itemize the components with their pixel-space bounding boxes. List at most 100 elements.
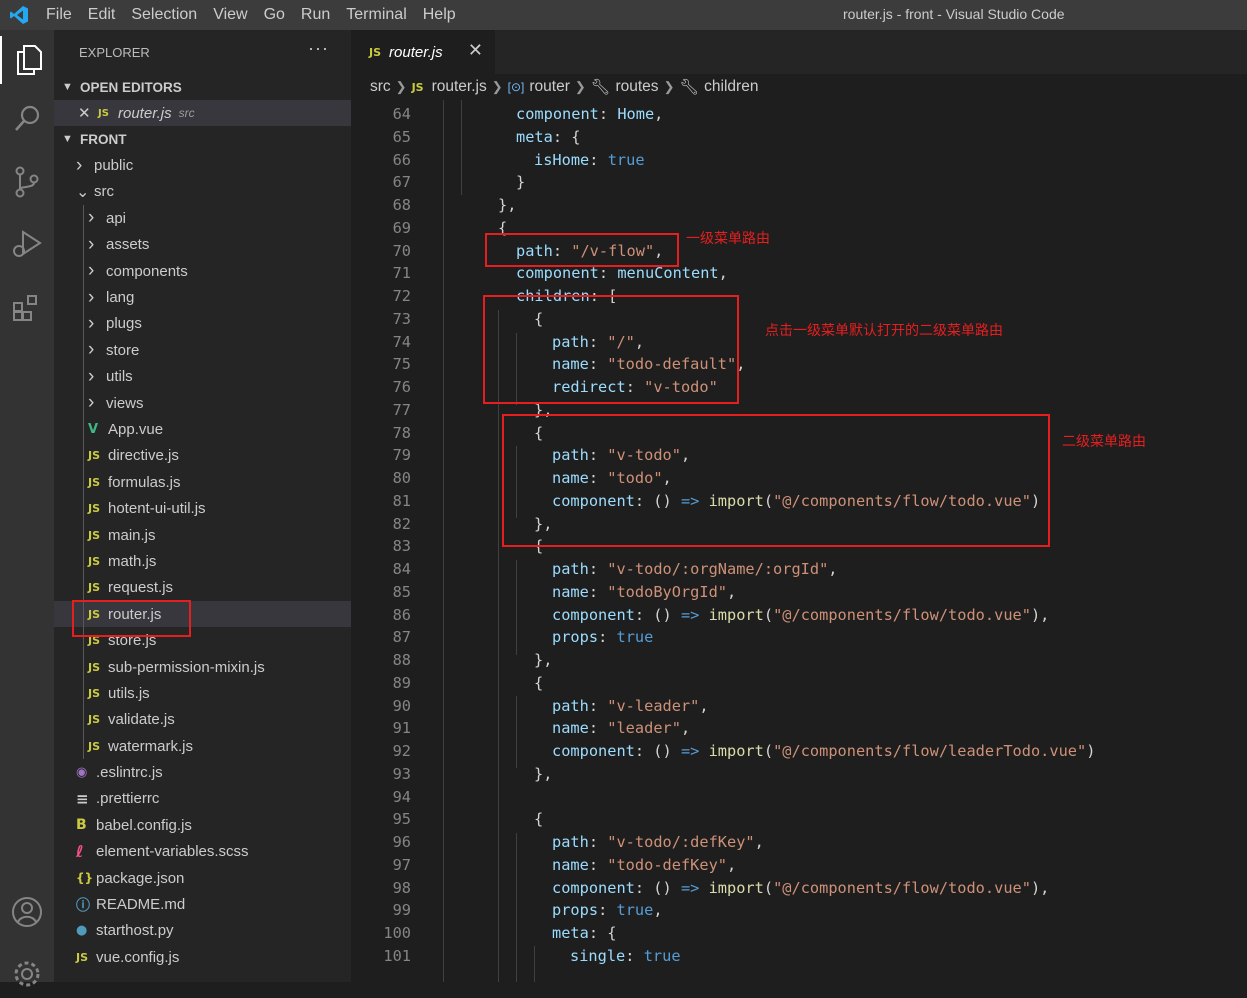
folder-item[interactable]: › utils: [54, 363, 351, 390]
line-number: 65: [392, 127, 411, 146]
line-number: 85: [392, 582, 411, 601]
breadcrumb-item[interactable]: router: [529, 78, 570, 96]
code-token: "v-todo/:orgName/:orgId": [607, 560, 829, 578]
code-line: 92 component: () => import("@/components/…: [351, 740, 1247, 763]
code-token: =>: [680, 742, 700, 760]
folder-item[interactable]: › plugs: [54, 310, 351, 338]
project-section[interactable]: ▼ FRONT: [54, 126, 351, 152]
code-token: : (): [634, 742, 681, 760]
folder-item[interactable]: › views: [54, 389, 351, 417]
close-icon[interactable]: ✕: [78, 104, 98, 122]
folder-item[interactable]: › assets: [54, 231, 351, 258]
line-number: 72: [392, 287, 411, 305]
line-number: 93: [392, 764, 411, 783]
line-number: 89: [392, 673, 411, 692]
javascript-file-icon: JS: [369, 45, 382, 59]
code-text: meta: {: [516, 126, 580, 149]
files-icon[interactable]: [0, 36, 56, 84]
tree-item-label: formulas.js: [108, 473, 181, 491]
menu-view[interactable]: View: [205, 6, 255, 24]
code-token: },: [534, 764, 553, 783]
info-file-icon: ⓘ: [76, 897, 90, 914]
breadcrumb: src ❯ JS router.js ❯ [⊙] router ❯ 🔧︎ routes ❯ 🔧…: [351, 74, 1247, 100]
folder-item[interactable]: › public: [54, 152, 351, 178]
javascript-file-icon: JS: [88, 713, 101, 727]
close-icon[interactable]: ✕: [468, 40, 483, 61]
chevron-right-icon: ›: [88, 392, 95, 414]
line-number: 97: [392, 855, 411, 874]
code-line: 67}: [351, 171, 1247, 194]
code-text: component: Home,: [516, 103, 663, 126]
code-token: isHome: [534, 150, 590, 169]
breadcrumb-item[interactable]: src: [370, 78, 391, 96]
code-token: "todo-defKey": [607, 855, 727, 874]
menu-run[interactable]: Run: [293, 6, 338, 24]
javascript-file-icon: JS: [88, 554, 101, 568]
code-token: {: [534, 673, 544, 692]
tree-indent-guide: [83, 310, 84, 338]
file-item[interactable]: JS watermark.js: [54, 732, 351, 760]
file-item[interactable]: ≡ .prettierrc: [54, 786, 351, 812]
file-item[interactable]: JS request.js: [54, 574, 351, 602]
folder-item[interactable]: › api: [54, 205, 351, 232]
folder-item[interactable]: › store: [54, 337, 351, 364]
file-item[interactable]: JS sub-permission-mixin.js: [54, 653, 351, 681]
account-icon[interactable]: [0, 888, 54, 936]
tree-item-label: assets: [106, 236, 150, 254]
code-token: import: [708, 742, 764, 760]
menu-go[interactable]: Go: [256, 6, 293, 24]
menu-file[interactable]: File: [38, 6, 80, 24]
code-token: Home: [617, 105, 655, 123]
line-number: 75: [392, 355, 411, 374]
menu-edit[interactable]: Edit: [80, 6, 124, 24]
babel-file-icon: B: [76, 817, 87, 834]
file-item[interactable]: V App.vue: [54, 416, 351, 443]
code-token: path: [552, 560, 589, 578]
code-line: 97 name: "todo-defKey",: [351, 854, 1247, 877]
file-item[interactable]: JS formulas.js: [54, 469, 351, 496]
code-line: 95 {: [351, 808, 1247, 831]
open-editors-section[interactable]: ▼ OPEN EDITORS: [54, 74, 351, 100]
file-item[interactable]: {} package.json: [54, 865, 351, 891]
more-actions-icon[interactable]: ···: [308, 38, 329, 59]
tree-item-label: views: [106, 394, 144, 412]
run-debug-icon[interactable]: [0, 220, 54, 268]
code-line: 98 component: () => import("@/components/…: [351, 877, 1247, 900]
menu-terminal[interactable]: Terminal: [338, 6, 414, 24]
folder-item[interactable]: › components: [54, 257, 351, 285]
code-text: path: "v-todo/:defKey",: [552, 831, 764, 854]
file-item[interactable]: ◉ .eslintrc.js: [54, 759, 351, 785]
source-control-icon[interactable]: [0, 158, 54, 206]
file-item[interactable]: ⓘ README.md: [54, 891, 351, 917]
file-item[interactable]: JS main.js: [54, 521, 351, 549]
javascript-file-icon: JS: [88, 581, 101, 595]
breadcrumb-item[interactable]: children: [704, 78, 758, 96]
menu-help[interactable]: Help: [415, 6, 464, 24]
search-icon[interactable]: [0, 94, 54, 142]
file-item[interactable]: JS vue.config.js: [54, 944, 351, 970]
breadcrumb-item[interactable]: routes: [615, 78, 658, 96]
file-item[interactable]: JS validate.js: [54, 706, 351, 733]
file-item[interactable]: ℓ element-variables.scss: [54, 839, 351, 865]
file-item[interactable]: JS utils.js: [54, 680, 351, 707]
file-item[interactable]: JS math.js: [54, 548, 351, 575]
menu-selection[interactable]: Selection: [123, 6, 205, 24]
json-file-icon: {}: [76, 871, 94, 886]
extensions-icon[interactable]: [0, 284, 54, 332]
javascript-file-icon: JS: [76, 950, 89, 964]
tab-router-js[interactable]: JS router.js ✕: [351, 30, 495, 74]
file-item[interactable]: JS hotent-ui-util.js: [54, 495, 351, 522]
code-token: ,: [828, 560, 838, 578]
file-item[interactable]: JS directive.js: [54, 442, 351, 470]
wrench-icon: 🔧︎: [590, 78, 611, 96]
folder-item[interactable]: › lang: [54, 284, 351, 311]
file-item[interactable]: Bbabel.config.js: [54, 812, 351, 838]
settings-gear-icon[interactable]: [0, 950, 54, 998]
file-item[interactable]: ● starthost.py: [54, 918, 351, 944]
breadcrumb-item[interactable]: router.js: [432, 78, 487, 96]
line-number: 74: [392, 332, 411, 351]
folder-item[interactable]: ⌄ src: [54, 179, 351, 205]
open-editor-item[interactable]: ✕ JS router.js src: [54, 100, 351, 127]
javascript-file-icon: JS: [88, 739, 101, 753]
